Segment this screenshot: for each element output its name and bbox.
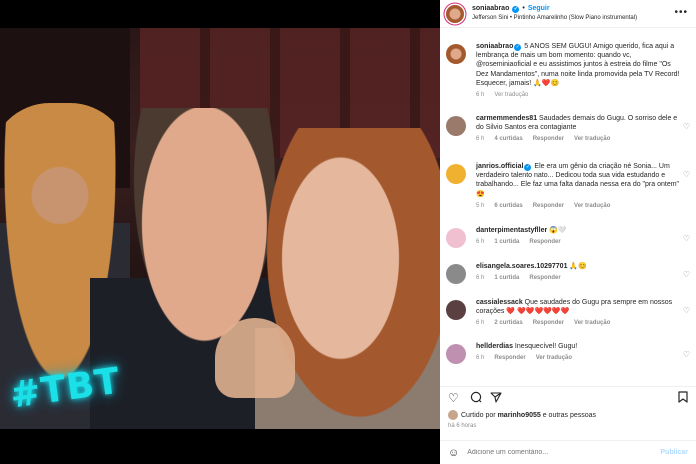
heart-icon[interactable]: ♡ xyxy=(683,122,690,131)
comment-item: janrios.official ✓ Ele era um gênio da cr… xyxy=(446,162,692,211)
comment-text: 🙏😊 xyxy=(567,263,587,270)
comment-likes[interactable]: 4 curtidas xyxy=(494,136,522,144)
comment-text: 😱🤍 xyxy=(547,227,567,234)
reply-button[interactable]: Responder xyxy=(533,136,564,144)
comment-username[interactable]: janrios.official xyxy=(476,163,523,170)
reply-button[interactable]: Responder xyxy=(529,239,560,247)
comment-item: danterpimentastyfller 😱🤍 6 h 1 curtida R… xyxy=(446,226,692,248)
comment-likes[interactable]: 2 curtidas xyxy=(494,320,522,328)
liked-by: Curtido por marinho9055 e outras pessoas xyxy=(448,410,596,420)
comment-item: cassialessack Que saudades do Gugu pra s… xyxy=(446,298,692,328)
comment-likes[interactable]: 1 curtida xyxy=(494,239,519,247)
post-media[interactable]: #TBT xyxy=(0,28,440,429)
heart-icon[interactable]: ♡ xyxy=(683,234,690,243)
liked-by-avatar[interactable] xyxy=(448,410,458,420)
comment-icon[interactable] xyxy=(470,391,482,406)
reply-button[interactable]: Responder xyxy=(533,320,564,328)
instagram-post-modal: #TBT soniaabrao ✓ • Seguir Jefferson Sin… xyxy=(0,0,696,464)
comment-time: 6 h xyxy=(476,355,485,362)
caption-time: 6 h xyxy=(476,92,485,99)
bookmark-icon[interactable] xyxy=(678,391,688,406)
follow-button[interactable]: Seguir xyxy=(528,5,550,13)
comment-time: 6 h xyxy=(476,136,485,143)
caption-avatar[interactable] xyxy=(446,44,466,64)
reply-button[interactable]: Responder xyxy=(533,203,564,211)
post-actions: ♡ xyxy=(440,386,696,406)
comment-item: elisangela.soares.10297701 🙏😊 6 h 1 curt… xyxy=(446,262,692,284)
comment-username[interactable]: elisangela.soares.10297701 xyxy=(476,263,567,270)
verified-badge-icon: ✓ xyxy=(514,44,522,51)
more-options-icon[interactable]: ••• xyxy=(674,7,688,18)
verified-badge-icon: ✓ xyxy=(524,164,532,171)
header-username[interactable]: soniaabrao xyxy=(472,5,509,13)
emoji-icon[interactable]: ☺ xyxy=(448,447,459,459)
add-comment-bar: ☺ Publicar xyxy=(440,440,696,464)
heart-icon[interactable]: ♡ xyxy=(683,170,690,179)
verified-badge-icon: ✓ xyxy=(512,5,520,13)
heart-icon[interactable]: ♡ xyxy=(683,350,690,359)
photo-hand xyxy=(215,318,295,398)
dot-separator: • xyxy=(522,5,525,13)
comments-list[interactable]: soniaabrao ✓ 5 ANOS SEM GUGU! Amigo queri… xyxy=(440,36,696,380)
comment-username[interactable]: danterpimentastyfller xyxy=(476,227,547,234)
comment-avatar[interactable] xyxy=(446,300,466,320)
share-icon[interactable] xyxy=(490,391,502,406)
comment-username[interactable]: cassialessack xyxy=(476,299,523,306)
post-header: soniaabrao ✓ • Seguir Jefferson Sini • P… xyxy=(440,0,696,28)
comment-avatar[interactable] xyxy=(446,228,466,248)
liked-by-suffix[interactable]: e outras pessoas xyxy=(541,412,596,419)
comment-avatar[interactable] xyxy=(446,344,466,364)
liked-by-prefix: Curtido por xyxy=(461,411,498,419)
comment-likes[interactable]: 6 curtidas xyxy=(494,203,522,211)
caption-translate-link[interactable]: Ver tradução xyxy=(494,92,528,100)
reply-button[interactable]: Responder xyxy=(529,275,560,283)
comment-avatar[interactable] xyxy=(446,164,466,184)
heart-icon[interactable]: ♡ xyxy=(683,270,690,279)
comment-time: 5 h xyxy=(476,202,485,209)
comment-input[interactable] xyxy=(467,449,638,456)
post-side-panel: soniaabrao ✓ • Seguir Jefferson Sini • P… xyxy=(440,0,696,464)
post-time: há 6 horas xyxy=(448,423,477,429)
audio-track[interactable]: Jefferson Sini • Pintinho Amarelinho (Sl… xyxy=(472,15,637,22)
caption: soniaabrao ✓ 5 ANOS SEM GUGU! Amigo queri… xyxy=(446,42,692,100)
avatar[interactable] xyxy=(446,4,464,23)
comment-time: 6 h xyxy=(476,275,485,282)
comment-username[interactable]: hellderdias xyxy=(476,343,513,350)
comment-item: carmemmendes81 Saudades demais do Gugu. … xyxy=(446,114,692,144)
caption-username[interactable]: soniaabrao xyxy=(476,43,513,50)
translate-link[interactable]: Ver tradução xyxy=(536,355,572,363)
comment-likes[interactable]: 1 curtida xyxy=(494,275,519,283)
comment-time: 6 h xyxy=(476,320,485,327)
comment-username[interactable]: carmemmendes81 xyxy=(476,115,537,122)
comment-text: Inesquecível! Gugu! xyxy=(512,343,578,350)
comment-avatar[interactable] xyxy=(446,116,466,136)
comment-item: hellderdias Inesquecível! Gugu! 6 h Resp… xyxy=(446,342,692,364)
publish-button[interactable]: Publicar xyxy=(660,449,688,456)
reply-button[interactable]: Responder xyxy=(494,355,525,363)
translate-link[interactable]: Ver tradução xyxy=(574,136,610,144)
liked-by-user[interactable]: marinho9055 xyxy=(498,412,541,419)
heart-icon[interactable]: ♡ xyxy=(683,306,690,315)
like-heart-icon[interactable]: ♡ xyxy=(448,391,459,405)
translate-link[interactable]: Ver tradução xyxy=(574,320,610,328)
comment-avatar[interactable] xyxy=(446,264,466,284)
comment-time: 6 h xyxy=(476,239,485,246)
translate-link[interactable]: Ver tradução xyxy=(574,203,610,211)
